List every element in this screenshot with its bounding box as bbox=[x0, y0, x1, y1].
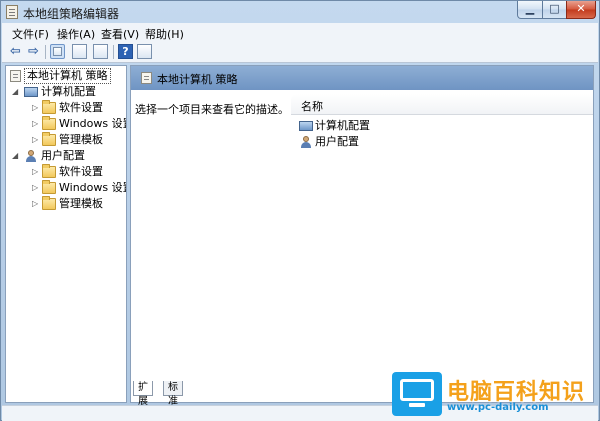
tree-item-label: 管理模板 bbox=[59, 197, 103, 210]
tree-item-label: 本地计算机 策略 bbox=[24, 68, 111, 84]
user-icon bbox=[25, 150, 37, 163]
expand-arrow-icon[interactable]: ▷ bbox=[32, 168, 39, 176]
menu-help[interactable]: 帮助(H) bbox=[145, 26, 184, 42]
collapse-arrow-icon[interactable]: ◢ bbox=[12, 88, 19, 96]
expand-arrow-icon[interactable]: ▷ bbox=[32, 136, 39, 144]
properties-icon[interactable] bbox=[72, 44, 87, 59]
tree-item-label: 软件设置 bbox=[59, 101, 103, 114]
menu-action[interactable]: 操作(A) bbox=[57, 26, 95, 42]
monitor-logo-icon bbox=[392, 372, 442, 416]
menu-file[interactable]: 文件(F) bbox=[12, 26, 49, 42]
computer-icon bbox=[24, 87, 38, 97]
details-header: 本地计算机 策略 bbox=[131, 66, 593, 90]
folder-icon bbox=[42, 164, 56, 178]
expand-arrow-icon[interactable]: ▷ bbox=[32, 184, 39, 192]
maximize-button[interactable]: □ bbox=[542, 1, 567, 19]
show-description-icon[interactable] bbox=[137, 44, 152, 59]
help-icon[interactable]: ? bbox=[118, 44, 133, 59]
tree-item-label: 软件设置 bbox=[59, 165, 103, 178]
expand-arrow-icon[interactable]: ▷ bbox=[32, 120, 39, 128]
details-pane: 本地计算机 策略 选择一个项目来查看它的描述。 名称 计算机配置 用户配置 bbox=[130, 65, 594, 403]
tab-extended[interactable]: 扩展 bbox=[133, 381, 153, 407]
user-icon bbox=[300, 136, 312, 149]
toolbar: ⇦ ⇨ ? bbox=[2, 42, 598, 63]
tree-item-label: 计算机配置 bbox=[41, 85, 96, 98]
folder-icon bbox=[42, 180, 56, 194]
back-arrow-icon[interactable]: ⇦ bbox=[8, 44, 23, 59]
menu-bar: 文件(F) 操作(A) 查看(V) 帮助(H) bbox=[2, 23, 598, 43]
list-item-label: 用户配置 bbox=[315, 135, 359, 148]
watermark-url: www.pc-daily.com bbox=[447, 402, 549, 413]
expand-arrow-icon[interactable]: ▷ bbox=[32, 200, 39, 208]
details-header-title: 本地计算机 策略 bbox=[157, 73, 238, 86]
tree-pane-icon bbox=[53, 47, 62, 56]
policy-document-icon bbox=[10, 70, 21, 82]
tree-item-label: 管理模板 bbox=[59, 133, 103, 146]
tree-item-label: Windows 设置 bbox=[59, 117, 127, 130]
collapse-arrow-icon[interactable]: ◢ bbox=[12, 152, 19, 160]
policy-document-icon bbox=[141, 72, 152, 84]
monitor-screen-icon bbox=[400, 379, 434, 401]
column-header-label: 名称 bbox=[301, 100, 323, 113]
monitor-stand-icon bbox=[409, 403, 425, 407]
close-button[interactable]: ✕ bbox=[566, 1, 596, 19]
forward-arrow-icon[interactable]: ⇨ bbox=[26, 44, 41, 59]
toolbar-separator bbox=[113, 45, 114, 59]
app-document-icon bbox=[6, 5, 18, 19]
window-title: 本地组策略编辑器 bbox=[23, 7, 120, 21]
minimize-button[interactable]: ▁ bbox=[517, 1, 543, 19]
tree-pane: 本地计算机 策略 ◢ 计算机配置 ▷ 软件设置 ▷ Windows 设置 ▷ 管… bbox=[5, 65, 127, 403]
folder-icon bbox=[42, 100, 56, 114]
column-header-name[interactable]: 名称 bbox=[291, 94, 593, 115]
menu-view[interactable]: 查看(V) bbox=[101, 26, 139, 42]
folder-icon bbox=[42, 116, 56, 130]
expand-arrow-icon[interactable]: ▷ bbox=[32, 104, 39, 112]
tree-item-label: 用户配置 bbox=[41, 149, 85, 162]
tab-standard[interactable]: 标准 bbox=[163, 381, 183, 407]
show-hide-tree-icon[interactable] bbox=[50, 44, 65, 59]
tree-item-label: Windows 设置 bbox=[59, 181, 127, 194]
folder-icon bbox=[42, 132, 56, 146]
description-text: 选择一个项目来查看它的描述。 bbox=[135, 103, 289, 116]
title-bar[interactable]: 本地组策略编辑器 ▁ □ ✕ bbox=[1, 1, 599, 23]
list-item-label: 计算机配置 bbox=[315, 119, 370, 132]
folder-icon bbox=[42, 196, 56, 210]
toolbar-separator bbox=[45, 45, 46, 59]
export-list-icon[interactable] bbox=[93, 44, 108, 59]
app-window: 本地组策略编辑器 ▁ □ ✕ 文件(F) 操作(A) 查看(V) 帮助(H) ⇦… bbox=[0, 0, 600, 421]
computer-icon bbox=[299, 121, 313, 131]
